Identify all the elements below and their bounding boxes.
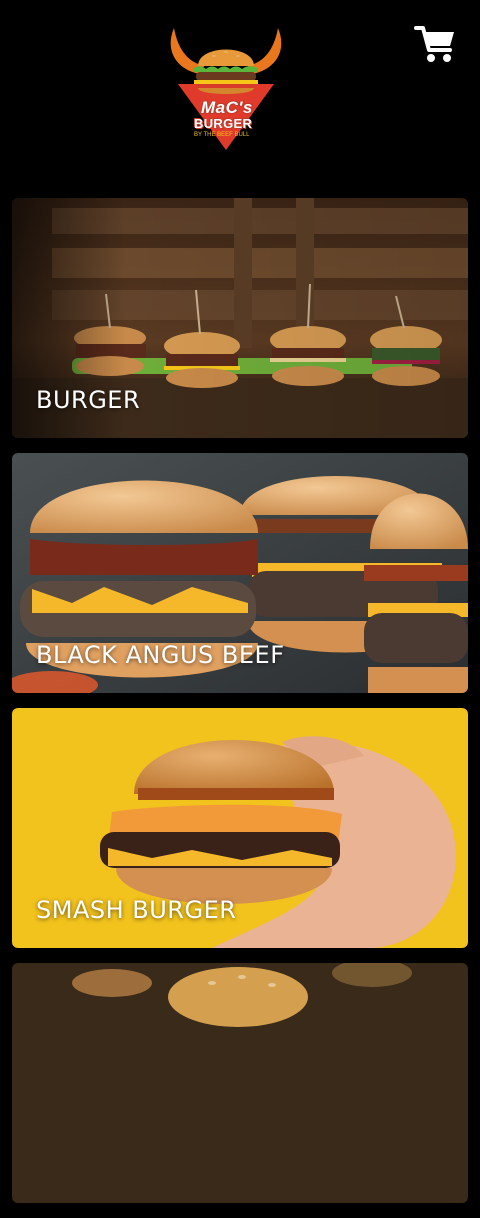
category-label: SMASH BURGER: [36, 896, 237, 924]
category-label: BURGER: [36, 386, 141, 414]
burger-photo-4: [12, 963, 468, 1203]
logo-tagline-text: BY THE BEEF BULL: [194, 132, 250, 138]
logo-title-text: MaC's: [201, 98, 253, 117]
category-card-black-angus-beef[interactable]: BLACK ANGUS BEEF: [12, 453, 468, 693]
category-card-smash-burger[interactable]: SMASH BURGER: [12, 708, 468, 948]
category-card-burger[interactable]: BURGER: [12, 198, 468, 438]
category-label: BLACK ANGUS BEEF: [36, 641, 285, 669]
category-list: BURGER BLACK ANGUS BEEF SMASH BURGER: [12, 198, 468, 1218]
brand-logo[interactable]: MaC's BURGER BY THE BEEF BULL: [164, 22, 288, 154]
category-card-4[interactable]: [12, 963, 468, 1203]
shopping-cart-icon: [414, 26, 454, 62]
cart-button[interactable]: [414, 24, 456, 64]
logo-subtitle-text: BURGER: [194, 116, 253, 131]
app-header: MaC's BURGER BY THE BEEF BULL: [0, 0, 480, 190]
